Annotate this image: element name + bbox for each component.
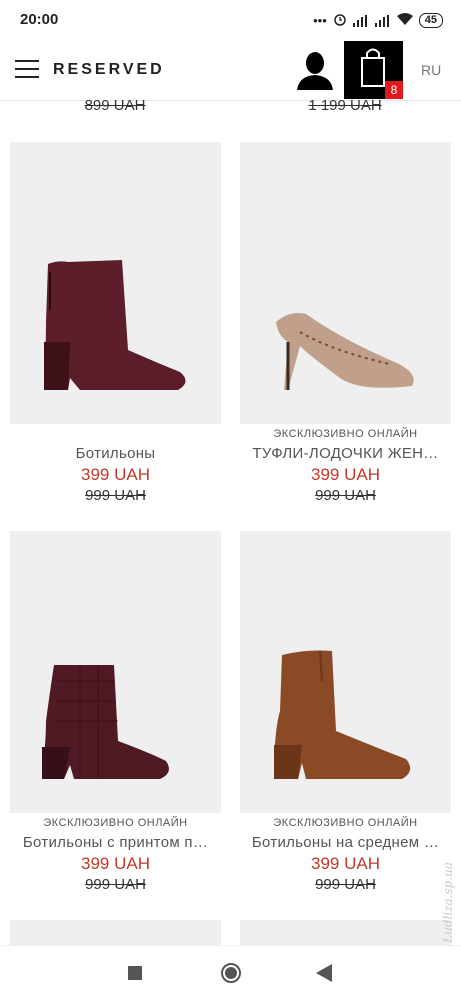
- status-bar: 20:00 ••• 45: [0, 0, 461, 40]
- product-badge: ЭКСКЛЮЗИВНО ОНЛАЙН: [273, 817, 418, 829]
- product-image[interactable]: [240, 142, 451, 424]
- brown-suede-boot-image: [274, 650, 411, 779]
- product-price: 399 UAH: [311, 465, 380, 484]
- product-image[interactable]: [10, 531, 221, 813]
- app-header: RESERVED 8 RU: [0, 40, 461, 101]
- product-name[interactable]: ТУФЛИ-ЛОДОЧКИ ЖЕН…: [240, 445, 451, 462]
- product-price: 399 UAH: [81, 854, 150, 873]
- brand-logo[interactable]: RESERVED: [53, 61, 165, 79]
- product-card[interactable]: ЭКСКЛЮЗИВНО ОНЛАЙН Ботильоны с принтом п…: [10, 531, 221, 893]
- alarm-icon: [333, 12, 347, 29]
- menu-icon[interactable]: [15, 60, 39, 80]
- product-card[interactable]: ЭКСКЛЮЗИВНО ОНЛАЙН ТУФЛИ-ЛОДОЧКИ ЖЕН… 39…: [240, 142, 451, 504]
- prev-old-price-right: 1 199 UAH: [308, 97, 382, 114]
- product-name[interactable]: Ботильоны с принтом п…: [10, 834, 221, 851]
- product-price: 399 UAH: [81, 465, 150, 484]
- product-badge: [10, 428, 221, 442]
- status-icons: ••• 45: [313, 12, 443, 29]
- product-old-price: 999 UAH: [85, 487, 146, 504]
- ankle-boot-burgundy-image: [44, 260, 186, 390]
- account-icon[interactable]: [294, 48, 336, 92]
- wifi-icon: [396, 13, 413, 28]
- product-old-price: 999 UAH: [315, 487, 376, 504]
- product-image[interactable]: [10, 142, 221, 424]
- croc-ankle-boot-image: [42, 665, 169, 779]
- home-icon[interactable]: [220, 962, 242, 989]
- cart-button[interactable]: 8: [344, 41, 403, 99]
- back-icon[interactable]: [316, 964, 332, 987]
- product-card[interactable]: Ботильоны 399 UAH 999 UAH: [10, 142, 221, 504]
- product-name[interactable]: Ботильоны на среднем …: [240, 834, 451, 851]
- status-time: 20:00: [20, 11, 59, 28]
- product-old-price: 999 UAH: [85, 876, 146, 893]
- product-image[interactable]: [240, 531, 451, 813]
- product-price: 399 UAH: [311, 854, 380, 873]
- battery-icon: 45: [418, 13, 443, 28]
- signal-icon: [352, 14, 369, 27]
- product-badge: ЭКСКЛЮЗИВНО ОНЛАЙН: [43, 817, 188, 829]
- product-old-price: 999 UAH: [315, 876, 376, 893]
- signal-icon-2: [374, 14, 391, 27]
- more-icon: •••: [313, 13, 327, 28]
- recents-icon[interactable]: [128, 966, 142, 985]
- product-card[interactable]: ЭКСКЛЮЗИВНО ОНЛАЙН Ботильоны на среднем …: [240, 531, 451, 893]
- system-nav-bar: [0, 945, 461, 1001]
- product-badge: ЭКСКЛЮЗИВНО ОНЛАЙН: [273, 428, 418, 440]
- prev-old-price-left: 899 UAH: [84, 97, 146, 114]
- watermark: Ludliza.sp.ua: [441, 862, 455, 943]
- snake-pump-image: [276, 313, 414, 390]
- product-name[interactable]: Ботильоны: [10, 445, 221, 462]
- language-switch[interactable]: RU: [421, 62, 441, 78]
